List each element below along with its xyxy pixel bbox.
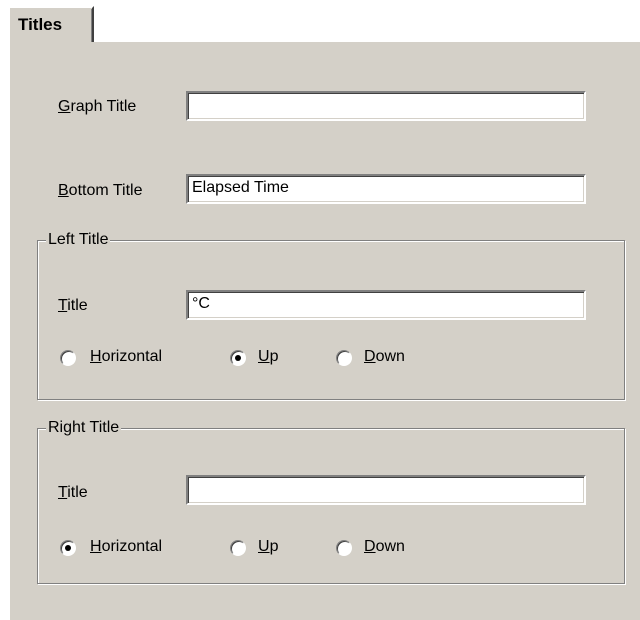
- right-down-label[interactable]: Down: [364, 538, 405, 556]
- left-horizontal-radio[interactable]: [60, 350, 76, 366]
- left-up-label[interactable]: Up: [258, 348, 278, 366]
- right-title-group-label: Right Title: [46, 418, 122, 438]
- right-title-input[interactable]: [186, 475, 586, 505]
- left-title-label: Title: [58, 297, 88, 314]
- tab-titles[interactable]: Titles: [8, 6, 94, 42]
- graph-title-input[interactable]: [186, 91, 586, 121]
- left-title-input[interactable]: °C: [186, 290, 586, 320]
- left-title-group: Left Title: [37, 230, 625, 400]
- left-up-radio[interactable]: [230, 350, 246, 366]
- bottom-title-label: Bottom Title: [58, 182, 143, 199]
- left-horizontal-label[interactable]: Horizontal: [90, 348, 162, 366]
- right-up-label[interactable]: Up: [258, 538, 278, 556]
- right-title-label: Title: [58, 484, 88, 501]
- right-horizontal-label[interactable]: Horizontal: [90, 538, 162, 556]
- graph-title-label: Graph Title: [58, 98, 137, 115]
- bottom-title-input[interactable]: Elapsed Time: [186, 174, 586, 204]
- right-down-radio[interactable]: [336, 540, 352, 556]
- right-up-radio[interactable]: [230, 540, 246, 556]
- right-title-group: Right Title: [37, 418, 625, 584]
- tab-titles-label: Titles: [18, 15, 63, 34]
- left-title-group-label: Left Title: [46, 230, 111, 250]
- left-down-radio[interactable]: [336, 350, 352, 366]
- left-down-label[interactable]: Down: [364, 348, 405, 366]
- right-horizontal-radio[interactable]: [60, 540, 76, 556]
